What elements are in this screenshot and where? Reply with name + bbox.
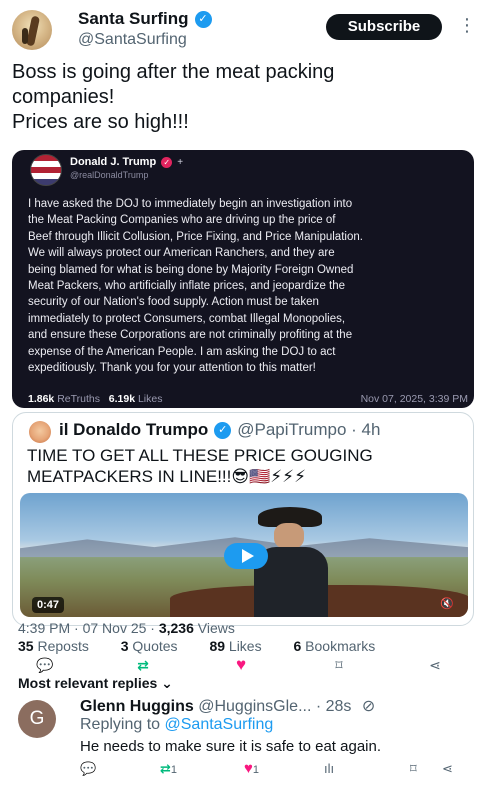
quoted-author-handle[interactable]: @PapiTrumpo · 4h xyxy=(237,420,380,440)
quoted-author-avatar[interactable] xyxy=(29,421,51,443)
play-icon[interactable] xyxy=(224,543,268,569)
reply-bookmark-icon[interactable]: ⌑ xyxy=(410,760,417,778)
post-text-line: Prices are so high!!! xyxy=(12,111,189,133)
truth-body-line: We will always protect our American Ranc… xyxy=(28,247,335,260)
retruths-label: ReTruths xyxy=(57,393,100,405)
reply-views-icon[interactable]: ılı xyxy=(324,760,334,778)
likes-stat[interactable]: 89 Likes xyxy=(209,638,275,654)
author-avatar[interactable] xyxy=(12,10,52,50)
truth-body-line: the Meat Packing Companies who are drivi… xyxy=(28,214,336,227)
post-action-bar: 💬 ⇄ ♥ ⌑ ⋖ xyxy=(36,656,456,674)
truth-body-line: I have asked the DOJ to immediately begi… xyxy=(28,198,353,210)
reply-repost-button[interactable]: ⇄1 xyxy=(160,760,177,779)
replying-to: Replying to @SantaSurfing xyxy=(80,716,273,734)
reply-like-button[interactable]: ♥1 xyxy=(244,760,259,779)
more-options-icon[interactable]: ⋮ xyxy=(458,16,476,34)
reply-repost-count: 1 xyxy=(170,764,178,776)
like-icon[interactable]: ♥ xyxy=(232,656,250,674)
quoted-text: TIME TO GET ALL THESE PRICE GOUGING MEAT… xyxy=(27,445,373,487)
truth-likes-count: 6.19k xyxy=(108,393,136,405)
truth-body-line: expeditiously. Thank you for your attent… xyxy=(28,362,316,375)
truth-body-line: Beef through Illicit Collusion, Price Fi… xyxy=(28,230,363,243)
likes-label: Likes xyxy=(228,638,262,654)
trump-avatar xyxy=(30,154,62,186)
grok-icon[interactable]: ⊘ xyxy=(362,698,375,715)
retruths-count: 1.86k xyxy=(28,393,55,405)
truth-author-name: Donald J. Trump xyxy=(70,156,157,168)
reply-like-count: 1 xyxy=(252,764,260,776)
author-display-name[interactable]: Santa Surfing xyxy=(78,9,189,29)
quoted-video[interactable]: 0:47 🔇 xyxy=(20,493,468,617)
truth-body-line: expense of the American People. I am ask… xyxy=(28,345,336,358)
replying-to-link[interactable]: @SantaSurfing xyxy=(165,716,274,733)
post-text: Boss is going after the meat packing com… xyxy=(12,60,472,135)
reply-author-handle[interactable]: @HugginsGle... · 28s xyxy=(194,698,351,715)
reply-action-bar: 💬 ⇄1 ♥1 ılı ⌑ ⋖ xyxy=(80,760,468,778)
mute-icon[interactable]: 🔇 xyxy=(440,597,454,610)
engagement-stats: 35 Reposts 3 Quotes 89 Likes 6 Bookmarks xyxy=(18,638,403,654)
reposts-count: 35 xyxy=(18,638,34,654)
reply-name-row: Glenn Huggins @HugginsGle... · 28s ⊘ xyxy=(80,696,375,716)
quotes-label: Quotes xyxy=(132,638,178,654)
truth-verified-icon: ✓ xyxy=(161,156,173,168)
quoted-text-line: TIME TO GET ALL THESE PRICE GOUGING xyxy=(27,446,373,465)
post-header: Santa Surfing ✓ @SantaSurfing Subscribe … xyxy=(12,8,476,52)
truth-body: I have asked the DOJ to immediately begi… xyxy=(28,196,468,376)
replying-prefix: Replying to xyxy=(80,716,165,733)
reposts-stat[interactable]: 35 Reposts xyxy=(18,638,103,654)
post-text-line: companies! xyxy=(12,86,115,108)
truth-name-row: Donald J. Trump ✓ + xyxy=(70,156,183,168)
quoted-post[interactable]: il Donaldo Trumpo ✓ @PapiTrumpo · 4h TIM… xyxy=(12,412,474,626)
author-handle[interactable]: @SantaSurfing xyxy=(78,31,187,49)
bookmarks-count: 6 xyxy=(293,638,302,654)
surfboard-shape xyxy=(25,15,41,47)
reply-share-icon[interactable]: ⋖ xyxy=(442,760,453,778)
views-count: 3,236 xyxy=(158,620,194,636)
truth-author-handle: @realDonaldTrump xyxy=(70,170,149,180)
reply-repost-icon: ⇄ xyxy=(160,761,171,776)
quoted-author-name[interactable]: il Donaldo Trumpo xyxy=(59,420,208,440)
bookmark-icon[interactable]: ⌑ xyxy=(330,656,348,674)
views-label: Views xyxy=(193,620,235,636)
author-name-row: Santa Surfing ✓ xyxy=(78,9,212,29)
embedded-truth-image[interactable]: Donald J. Trump ✓ + @realDonaldTrump I h… xyxy=(12,150,474,408)
subscribe-button[interactable]: Subscribe xyxy=(326,14,442,40)
likes-count: 89 xyxy=(209,638,226,654)
post-timestamp[interactable]: 4:39 PM · 07 Nov 25 · xyxy=(18,620,159,636)
quoted-name-row: il Donaldo Trumpo ✓ @PapiTrumpo · 4h xyxy=(59,420,380,440)
surfer-figure xyxy=(22,28,28,44)
verified-badge-icon: ✓ xyxy=(194,10,212,28)
reply-reply-icon[interactable]: 💬 xyxy=(80,760,96,778)
quoted-verified-icon: ✓ xyxy=(214,421,232,439)
quotes-count: 3 xyxy=(120,638,129,654)
truth-footer: 1.86k ReTruths 6.19k Likes Nov 07, 2025,… xyxy=(28,393,468,405)
truth-body-line: immediately to protect Consumers, combat… xyxy=(28,312,346,325)
truth-body-line: being blamed for what is being done by M… xyxy=(28,263,354,276)
reply-icon[interactable]: 💬 xyxy=(36,656,54,674)
truth-likes-label: Likes xyxy=(137,393,163,405)
truth-body-line: and ensure these Corporations are not cr… xyxy=(28,329,353,342)
bookmarks-stat[interactable]: 6 Bookmarks xyxy=(293,638,389,654)
post-text-line: Boss is going after the meat packing xyxy=(12,61,335,83)
post-meta: 4:39 PM · 07 Nov 25 · 3,236 Views xyxy=(18,620,235,636)
quotes-stat[interactable]: 3 Quotes xyxy=(121,638,192,654)
video-duration: 0:47 xyxy=(32,597,65,613)
replies-sort-dropdown[interactable]: Most relevant replies ⌄ xyxy=(18,675,173,692)
reply-text: He needs to make sure it is safe to eat … xyxy=(80,738,382,755)
reply-author-avatar[interactable]: G xyxy=(18,700,56,738)
reply-author-name[interactable]: Glenn Huggins xyxy=(80,698,194,715)
truth-body-line: security of our Nation's food supply. Ac… xyxy=(28,296,319,309)
quoted-text-line: MEATPACKERS IN LINE!!!😎🇺🇸⚡⚡⚡ xyxy=(27,467,307,486)
repost-icon[interactable]: ⇄ xyxy=(134,656,152,674)
cowboy-face-shape xyxy=(274,523,304,549)
truth-body-line: Meat Packers, who artificially inflate p… xyxy=(28,280,346,293)
bookmarks-label: Bookmarks xyxy=(305,638,376,654)
truth-date: Nov 07, 2025, 3:39 PM xyxy=(360,393,468,405)
reply-like-icon: ♥ xyxy=(244,760,253,777)
reposts-label: Reposts xyxy=(37,638,89,654)
share-icon[interactable]: ⋖ xyxy=(426,656,444,674)
truth-follow-plus-icon: + xyxy=(177,156,184,168)
